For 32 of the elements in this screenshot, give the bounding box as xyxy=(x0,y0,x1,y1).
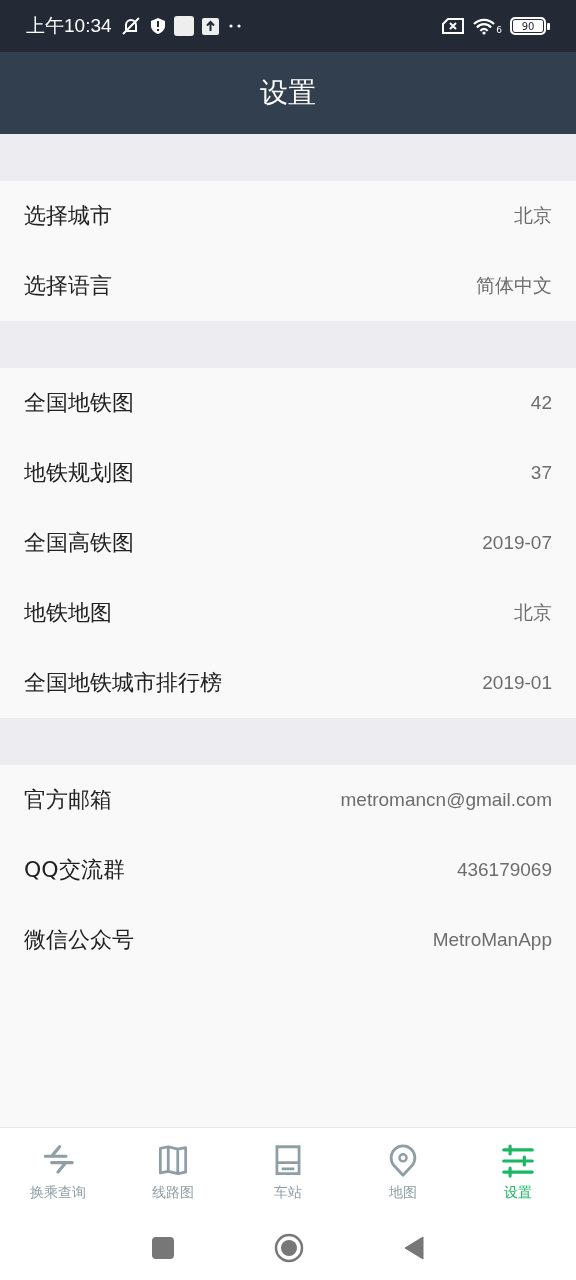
setting-label[interactable]: QQ交流群 xyxy=(24,855,125,885)
setting-value: 37 xyxy=(530,462,552,484)
upload-icon xyxy=(201,17,219,35)
setting-value: 简体中文 xyxy=(476,274,552,298)
setting-label[interactable]: 选择语言 xyxy=(24,271,112,301)
status-time: 上午10:34 xyxy=(26,14,112,38)
setting-label[interactable]: 全国地铁城市排行榜 xyxy=(24,668,222,698)
home-button[interactable] xyxy=(274,1232,304,1263)
wifi-icon xyxy=(472,17,497,35)
setting-label[interactable]: 官方邮箱 xyxy=(24,785,112,815)
setting-value: MetroManApp xyxy=(432,929,552,951)
wifi-label: 6 xyxy=(496,25,502,35)
setting-label[interactable]: 地铁规划图 xyxy=(24,458,134,488)
sim-icon xyxy=(442,18,465,34)
setting-value: 北京 xyxy=(514,204,552,228)
recents-button[interactable] xyxy=(152,1236,174,1259)
setting-label[interactable]: 地铁地图 xyxy=(24,598,112,628)
battery-icon: 90 xyxy=(510,17,546,35)
back-button[interactable] xyxy=(404,1235,424,1260)
setting-value: 2019-01 xyxy=(482,672,552,694)
setting-value: 436179069 xyxy=(456,859,552,881)
shield-icon xyxy=(149,17,166,35)
page-title: 设置 xyxy=(260,75,316,111)
setting-value: 42 xyxy=(530,392,552,414)
setting-label[interactable]: 微信公众号 xyxy=(24,925,134,955)
setting-value: 北京 xyxy=(514,601,552,625)
setting-label[interactable]: 全国地铁图 xyxy=(24,388,134,418)
app-icon xyxy=(173,16,194,36)
setting-label[interactable]: 全国高铁图 xyxy=(24,528,134,558)
setting-value: metromancn@gmail.com xyxy=(340,789,552,811)
setting-label[interactable]: 选择城市 xyxy=(24,201,112,231)
setting-value: 2019-07 xyxy=(482,532,552,554)
